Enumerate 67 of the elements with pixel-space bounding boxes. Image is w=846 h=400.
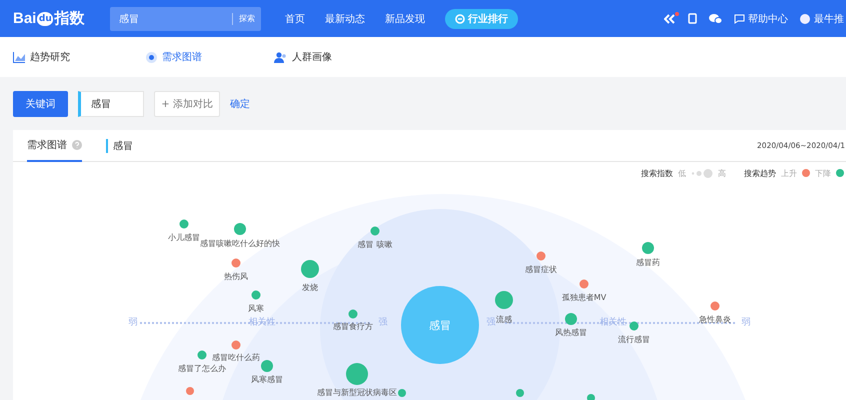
keyword-label: 热伤风 bbox=[224, 271, 248, 282]
keyword-label: 风热感冒 bbox=[555, 327, 587, 338]
axis-label: 强 bbox=[486, 316, 496, 328]
search-input[interactable]: 感冒 bbox=[110, 12, 232, 25]
user-menu[interactable]: 最牛推 bbox=[800, 12, 844, 26]
keyword-button[interactable]: 关键词 bbox=[13, 90, 68, 116]
keyword-bubble[interactable] bbox=[710, 302, 720, 310]
search-button[interactable]: 探索 bbox=[232, 12, 261, 24]
keyword-label: 感冒 咳嗽 bbox=[358, 239, 392, 250]
axis-label: 强 bbox=[378, 316, 388, 328]
axis-label: 弱 bbox=[742, 316, 750, 328]
logo[interactable]: Bai du 指数 bbox=[13, 9, 110, 28]
keyword-input[interactable]: 感冒 bbox=[78, 90, 144, 116]
keyword-label: 感冒食疗方 bbox=[333, 321, 373, 332]
keyword-bubble[interactable] bbox=[234, 223, 246, 235]
nav-pill[interactable]: 行业排行 bbox=[445, 8, 518, 28]
chat-icon bbox=[734, 14, 745, 24]
legend-label: 高 bbox=[718, 168, 726, 178]
keyword-bubble[interactable] bbox=[232, 258, 240, 268]
keyword-label: 感冒症状 bbox=[525, 264, 557, 275]
keyword-label: 风寒感冒 bbox=[251, 374, 283, 385]
keyword-label: 流感 bbox=[496, 314, 512, 325]
subnav-tab[interactable]: 人群画像 bbox=[274, 50, 394, 64]
search-field[interactable]: 感冒 探索 bbox=[110, 6, 261, 30]
add-compare-button[interactable]: + 添加对比 bbox=[154, 90, 220, 116]
keyword-label: 感冒了怎么办 bbox=[178, 363, 226, 374]
keyword-bubble[interactable] bbox=[180, 220, 188, 228]
area-chart-icon bbox=[13, 52, 25, 62]
card-tab[interactable]: 需求图谱 bbox=[27, 130, 82, 162]
axis-label: 弱 bbox=[128, 316, 138, 328]
keyword-label: 孤独患者MV bbox=[562, 292, 606, 303]
nav-link[interactable]: 首页 bbox=[285, 12, 305, 26]
nav-link[interactable]: 新品发现 bbox=[385, 12, 425, 26]
keyword-label: 小儿感冒 bbox=[168, 232, 200, 243]
keyword-label: 流行感冒 bbox=[618, 334, 650, 345]
tablet-icon[interactable] bbox=[688, 13, 697, 24]
keyword-label: 急性鼻炎 bbox=[699, 314, 731, 325]
axis-label: 相关性 bbox=[248, 316, 276, 328]
people-icon bbox=[274, 52, 287, 62]
keyword-bubble[interactable] bbox=[642, 242, 654, 254]
keyword-bubble[interactable] bbox=[587, 394, 595, 400]
double-chevron-icon[interactable] bbox=[664, 14, 676, 24]
rising-dot-icon bbox=[802, 169, 810, 177]
subnav-tab[interactable]: 趋势研究 bbox=[13, 50, 146, 64]
size-scale-icon bbox=[691, 168, 713, 178]
keyword-label: 感冒咳嗽吃什么好的快 bbox=[200, 238, 280, 249]
nav-link[interactable]: 最新动态 bbox=[325, 12, 365, 26]
legend-label: 低 bbox=[678, 168, 686, 178]
legend-title: 搜索指数 bbox=[641, 168, 673, 178]
legend-title: 搜索趋势 bbox=[744, 168, 776, 178]
keyword-label: 发烧 bbox=[302, 282, 318, 293]
axis-label: 相关性 bbox=[600, 316, 626, 328]
subnav-tab[interactable]: 需求图谱 bbox=[146, 50, 274, 64]
keyword-label: 风寒 bbox=[248, 303, 264, 314]
chat-bubbles-icon[interactable] bbox=[709, 14, 722, 24]
ranking-icon bbox=[455, 14, 465, 24]
keyword-label: 感冒药 bbox=[636, 257, 660, 268]
legend-label: 下降 bbox=[815, 168, 831, 178]
legend-label: 上升 bbox=[781, 168, 797, 178]
keyword-label: 感冒与新型冠状病毒区 bbox=[317, 387, 397, 398]
keyword-label: 感冒吃什么药 bbox=[212, 352, 260, 363]
falling-dot-icon bbox=[836, 169, 844, 177]
confirm-link[interactable]: 确定 bbox=[230, 96, 250, 110]
dot-target-icon bbox=[146, 52, 157, 62]
help-link[interactable]: 帮助中心 bbox=[734, 12, 788, 26]
keyword-tab[interactable]: 感冒 bbox=[106, 138, 133, 152]
help-icon[interactable] bbox=[72, 140, 82, 150]
